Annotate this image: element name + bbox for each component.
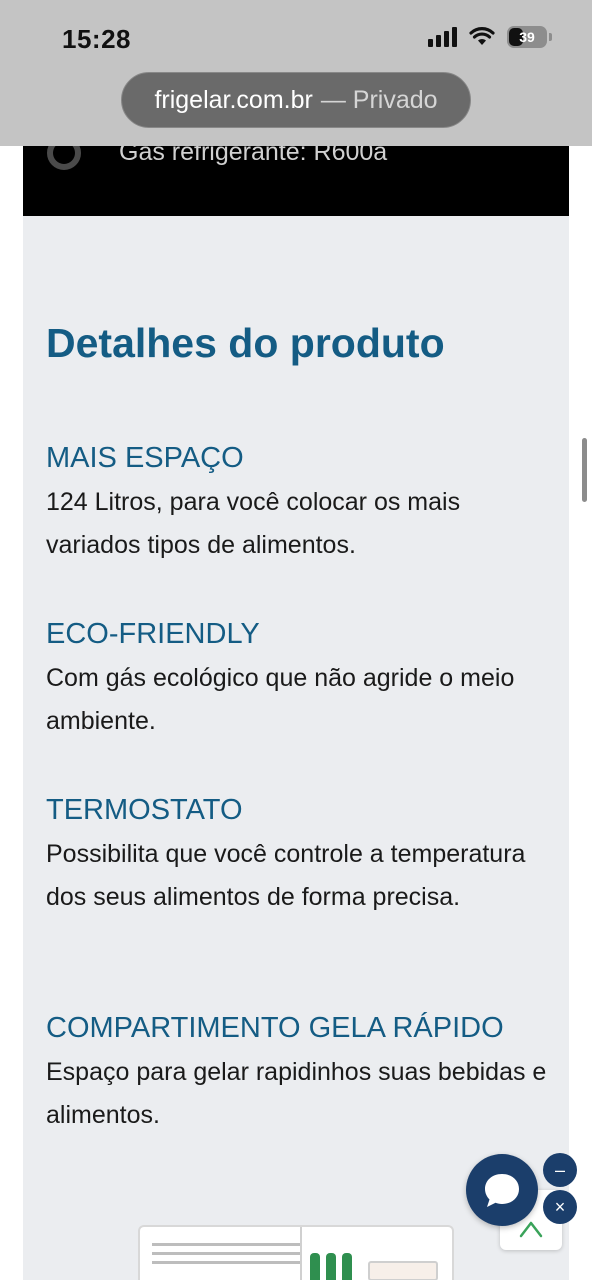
feature-item: TERMOSTATO Possibilita que você controle… bbox=[46, 790, 556, 919]
product-image bbox=[138, 1225, 454, 1280]
spec-item: Gás refrigerante: R600a bbox=[119, 146, 388, 166]
battery-level: 39 bbox=[519, 29, 535, 45]
status-time: 15:28 bbox=[62, 24, 131, 54]
product-door-divider bbox=[300, 1227, 302, 1280]
product-tray bbox=[368, 1261, 438, 1280]
product-vents bbox=[152, 1243, 302, 1270]
close-chat-button[interactable]: × bbox=[543, 1190, 577, 1224]
feature-text: Possibilita que você controle a temperat… bbox=[46, 840, 526, 911]
browser-top-bar: 15:28 39 frigelar.com.br — Privado bbox=[0, 0, 592, 146]
spec-bullet-icon bbox=[47, 146, 81, 170]
wifi-icon bbox=[469, 27, 495, 45]
feature-text: Espaço para gelar rapidinhos suas bebida… bbox=[46, 1058, 547, 1129]
page-scrollbar[interactable] bbox=[582, 438, 587, 502]
product-bottles bbox=[310, 1253, 352, 1280]
address-url: frigelar.com.br bbox=[154, 85, 313, 114]
chat-button[interactable] bbox=[466, 1154, 538, 1226]
chat-icon bbox=[485, 1174, 519, 1207]
feature-text: Com gás ecológico que não agride o meio … bbox=[46, 664, 515, 735]
feature-item: ECO-FRIENDLY Com gás ecológico que não a… bbox=[46, 614, 556, 743]
battery-tip bbox=[549, 33, 552, 41]
feature-heading: MAIS ESPAÇO bbox=[46, 442, 244, 474]
feature-item: COMPARTIMENTO GELA RÁPIDO Espaço para ge… bbox=[46, 1008, 556, 1137]
chevron-up-icon bbox=[519, 1221, 543, 1238]
section-title: Detalhes do produto bbox=[46, 320, 445, 366]
feature-text: 124 Litros, para você colocar os mais va… bbox=[46, 488, 461, 559]
minimize-chat-button[interactable]: – bbox=[543, 1153, 577, 1187]
feature-item: MAIS ESPAÇO 124 Litros, para você coloca… bbox=[46, 438, 556, 567]
address-bar[interactable]: frigelar.com.br — Privado bbox=[121, 72, 471, 128]
battery-icon: 39 bbox=[507, 26, 547, 48]
status-icons: 39 bbox=[428, 26, 552, 48]
feature-heading: TERMOSTATO bbox=[46, 794, 243, 826]
specs-section: Gás refrigerante: R600a bbox=[23, 146, 569, 216]
feature-heading: COMPARTIMENTO GELA RÁPIDO bbox=[46, 1012, 504, 1044]
feature-heading: ECO-FRIENDLY bbox=[46, 618, 260, 650]
private-mode-label: — Privado bbox=[320, 85, 438, 114]
signal-icon bbox=[428, 27, 457, 47]
product-details-panel: Detalhes do produto MAIS ESPAÇO 124 Litr… bbox=[23, 216, 569, 1280]
